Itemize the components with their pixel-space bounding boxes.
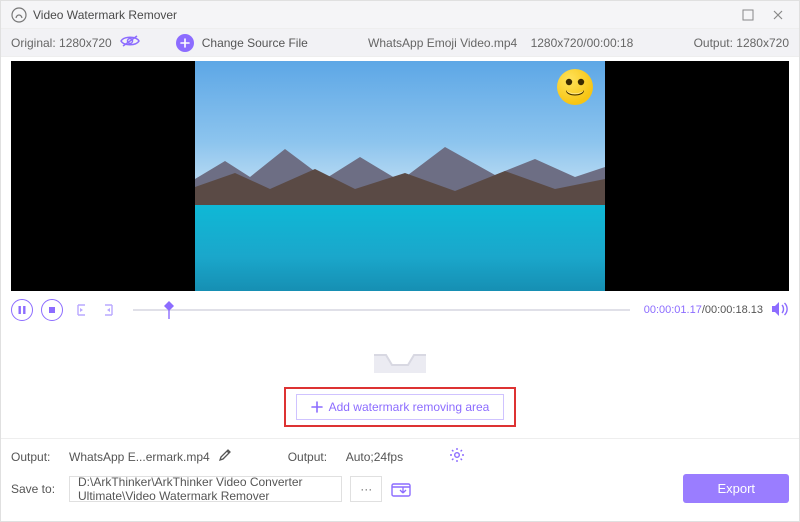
window-close-button[interactable] (763, 1, 793, 29)
browse-button[interactable]: ··· (350, 476, 382, 502)
preview-visibility-icon[interactable] (120, 34, 140, 51)
output-format-label: Output: (288, 450, 338, 464)
open-folder-button[interactable] (390, 478, 412, 500)
output-file-name: WhatsApp E...ermark.mp4 (69, 450, 210, 464)
original-resolution-label: Original: 1280x720 (11, 36, 112, 50)
set-end-button[interactable] (99, 300, 119, 320)
emoji-watermark (557, 69, 593, 105)
volume-button[interactable] (771, 301, 789, 320)
seek-handle-icon[interactable] (163, 301, 175, 319)
preview-container (1, 57, 799, 291)
add-area-label: Add watermark removing area (329, 400, 490, 414)
time-display: 00:00:01.17/00:00:18.13 (644, 304, 763, 316)
source-duration: 00:00:18 (587, 36, 634, 50)
add-watermark-area-button[interactable]: Add watermark removing area (296, 394, 505, 420)
app-title: Video Watermark Remover (33, 8, 733, 22)
set-start-button[interactable] (71, 300, 91, 320)
save-path-text: D:\ArkThinker\ArkThinker Video Converter… (78, 475, 333, 503)
info-bar: Original: 1280x720 Change Source File Wh… (1, 29, 799, 57)
titlebar: Video Watermark Remover (1, 1, 799, 29)
current-time: 00:00:01.17 (644, 304, 702, 316)
format-settings-button[interactable] (449, 447, 465, 466)
app-window: Video Watermark Remover Original: 1280x7… (0, 0, 800, 522)
player-controls: 00:00:01.17/00:00:18.13 (1, 291, 799, 325)
rename-button[interactable] (218, 448, 232, 465)
source-resolution: 1280x720 (531, 36, 584, 50)
watermark-panel: Add watermark removing area (1, 325, 799, 438)
plus-icon (311, 401, 323, 413)
bottom-panel: Output: WhatsApp E...ermark.mp4 Output: … (1, 438, 799, 521)
output-resolution-label: Output: 1280x720 (694, 36, 789, 50)
export-button[interactable]: Export (683, 474, 789, 503)
video-frame (195, 61, 605, 291)
window-minimize-button[interactable] (733, 1, 763, 29)
output-format-value: Auto;24fps (346, 450, 403, 464)
source-info: WhatsApp Emoji Video.mp4 1280x720/00:00:… (316, 36, 686, 50)
change-source-button[interactable]: Change Source File (202, 36, 308, 50)
source-filename: WhatsApp Emoji Video.mp4 (368, 36, 517, 50)
output-file-label: Output: (11, 450, 61, 464)
stop-button[interactable] (41, 299, 63, 321)
save-to-label: Save to: (11, 482, 61, 496)
save-path-field[interactable]: D:\ArkThinker\ArkThinker Video Converter… (69, 476, 342, 502)
app-icon (11, 7, 27, 23)
total-duration: /00:00:18.13 (702, 304, 763, 316)
seek-slider[interactable] (133, 309, 630, 311)
pause-button[interactable] (11, 299, 33, 321)
plus-icon (176, 34, 194, 52)
tray-icon (370, 335, 430, 377)
video-preview[interactable] (11, 61, 789, 291)
add-area-highlight: Add watermark removing area (284, 387, 517, 427)
